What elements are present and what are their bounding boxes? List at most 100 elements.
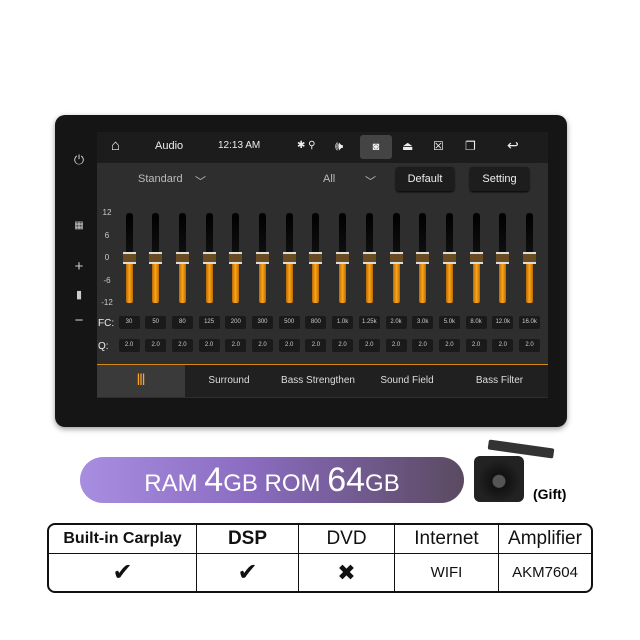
slider-knob[interactable] (496, 252, 510, 264)
fc-value[interactable]: 1.0k (332, 316, 354, 329)
slider-fill (312, 258, 320, 303)
slider-knob[interactable] (122, 252, 136, 264)
q-value[interactable]: 2.0 (465, 339, 487, 352)
feature-table: Built-in Carplay DSP DVD Internet Amplif… (47, 523, 593, 593)
bluetooth-location-icon: ✱ ⚲ (297, 140, 316, 151)
fc-value[interactable]: 500 (278, 316, 300, 329)
fc-value[interactable]: 8.0k (465, 316, 487, 329)
y-tick-label: -6 (103, 275, 111, 285)
y-tick-label: 12 (102, 208, 112, 217)
y-tick-label: -12 (101, 298, 113, 307)
q-value[interactable]: 2.0 (171, 339, 193, 352)
tab-equalizer[interactable]: 𝍫 (97, 365, 185, 397)
tab-bass-filter[interactable]: Bass Filter (451, 365, 548, 397)
q-value[interactable]: 2.0 (358, 339, 380, 352)
fc-value[interactable]: 30 (118, 316, 140, 329)
slider-fill (365, 258, 373, 303)
slider-knob[interactable] (362, 252, 376, 264)
slider-fill (205, 258, 213, 303)
slider-fill (259, 258, 266, 303)
slider-fill (472, 258, 480, 303)
slider-knob[interactable] (469, 252, 483, 264)
q-value[interactable]: 2.0 (198, 339, 220, 352)
power-icon[interactable]: ⏻ (62, 152, 96, 168)
close-app-icon[interactable]: ☒ (433, 139, 444, 153)
memory-banner: RAM 4GB ROM 64GB (80, 457, 464, 503)
slider-fill (445, 258, 453, 303)
slider-knob[interactable] (523, 252, 536, 264)
home-icon[interactable]: ⌂ (111, 137, 120, 154)
fc-value[interactable]: 200 (225, 316, 247, 329)
q-value[interactable]: 2.0 (145, 339, 167, 352)
preset-dropdown[interactable]: Standard (138, 173, 183, 185)
fc-value[interactable]: 300 (252, 316, 273, 329)
fc-value[interactable]: 16.0k (519, 316, 540, 329)
fc-value[interactable]: 80 (171, 316, 193, 329)
default-button[interactable]: Default (396, 167, 454, 191)
slider-knob[interactable] (175, 252, 189, 264)
q-label: Q: (98, 341, 109, 352)
equalizer-icon: 𝍫 (136, 372, 145, 389)
back-icon[interactable]: ↩ (507, 137, 519, 154)
tab-sound-field[interactable]: Sound Field (363, 365, 451, 397)
fc-value[interactable]: 800 (305, 316, 327, 329)
fc-value[interactable]: 1.25k (358, 316, 380, 329)
slider-knob[interactable] (336, 252, 350, 264)
gift-label: (Gift) (533, 486, 567, 502)
slider-knob[interactable] (149, 252, 163, 264)
slider-fill (232, 258, 240, 303)
q-value[interactable]: 2.0 (252, 339, 273, 352)
eject-icon[interactable]: ⏏ (402, 139, 413, 153)
q-value[interactable]: 2.0 (332, 339, 354, 352)
recent-apps-icon[interactable]: ❐ (465, 139, 476, 153)
ram-value: 4 (204, 461, 224, 499)
slider-knob[interactable] (442, 252, 456, 264)
q-value[interactable]: 2.0 (278, 339, 300, 352)
setting-button[interactable]: Setting (470, 167, 529, 191)
fc-value[interactable]: 12.0k (492, 316, 514, 329)
q-value[interactable]: 2.0 (492, 339, 514, 352)
backup-camera-image (474, 456, 524, 502)
fc-value[interactable]: 3.0k (412, 316, 434, 329)
volume-up-icon[interactable]: + (62, 258, 96, 275)
volume-down-icon[interactable]: − (62, 312, 96, 329)
volume-icon[interactable]: 🕪 (335, 138, 343, 154)
header-internet: Internet (395, 525, 499, 555)
q-value[interactable]: 2.0 (438, 339, 460, 352)
rom-value: 64 (327, 461, 366, 499)
fc-value[interactable]: 125 (198, 316, 220, 329)
q-value[interactable]: 2.0 (225, 339, 247, 352)
volume-bar-icon: ▮ (75, 289, 83, 301)
apps-grid-icon[interactable]: ▦ (62, 220, 96, 231)
slider-knob[interactable] (229, 252, 243, 264)
slider-fill (339, 258, 347, 303)
slider-knob[interactable] (202, 252, 216, 264)
status-bar: ⌂ Audio 12:13 AM ✱ ⚲ 🕪 ◙ ⏏ ☒ ❐ ↩ (97, 132, 548, 163)
channel-dropdown[interactable]: All (323, 173, 335, 185)
slider-knob[interactable] (282, 252, 296, 264)
q-value[interactable]: 2.0 (519, 339, 540, 352)
q-value[interactable]: 2.0 (385, 339, 407, 352)
clock: 12:13 AM (218, 140, 261, 151)
slider-knob[interactable] (256, 252, 269, 264)
screenshot-icon[interactable]: ◙ (360, 135, 392, 159)
ram-label: RAM (144, 470, 198, 497)
slider-knob[interactable] (309, 252, 323, 264)
q-value[interactable]: 2.0 (305, 339, 327, 352)
fc-value[interactable]: 50 (145, 316, 167, 329)
slider-fill (419, 258, 427, 303)
rom-label: ROM (264, 470, 321, 497)
fc-value[interactable]: 5.0k (438, 316, 460, 329)
slider-knob[interactable] (389, 252, 403, 264)
slider-fill (285, 258, 293, 303)
check-icon: ✔ (49, 554, 197, 591)
chevron-down-icon[interactable]: ﹀ (195, 173, 206, 189)
tab-bass-strengthen[interactable]: Bass Strengthen (273, 365, 363, 397)
tab-surround[interactable]: Surround (185, 365, 273, 397)
fc-value[interactable]: 2.0k (385, 316, 407, 329)
q-value[interactable]: 2.0 (118, 339, 140, 352)
chevron-down-icon[interactable]: ﹀ (365, 173, 376, 189)
q-value[interactable]: 2.0 (412, 339, 434, 352)
slider-knob[interactable] (416, 252, 430, 264)
slider-fill (178, 258, 186, 303)
